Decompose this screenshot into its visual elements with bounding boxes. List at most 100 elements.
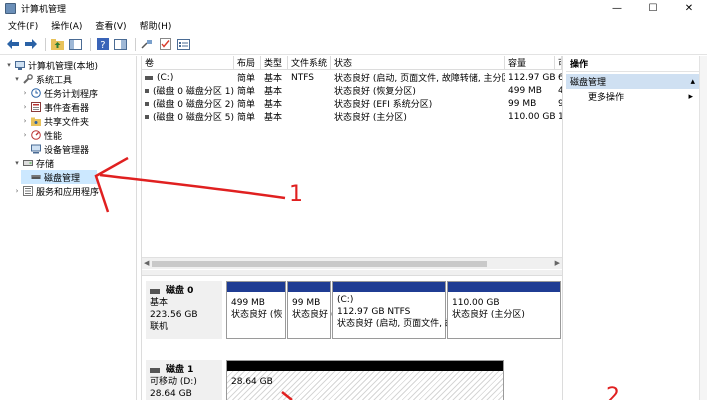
table-cell: 简单 bbox=[237, 100, 256, 110]
collapse-icon[interactable]: ▾ bbox=[13, 159, 21, 167]
table-cell: 112.97 GB bbox=[508, 72, 555, 83]
menu-file[interactable]: 文件(F) bbox=[8, 19, 38, 32]
column-header-free[interactable]: 可 bbox=[555, 56, 562, 70]
tree-item-label: 系统工具 bbox=[36, 75, 73, 86]
tree-item-system-tools[interactable]: ▾ 系统工具 bbox=[13, 72, 72, 86]
scroll-right-icon[interactable]: ▶ bbox=[555, 259, 560, 267]
expand-icon[interactable]: › bbox=[21, 117, 29, 125]
minimize-button[interactable]: — bbox=[599, 0, 635, 17]
event-viewer-icon bbox=[31, 102, 41, 112]
tree-item-label: 共享文件夹 bbox=[44, 117, 90, 128]
table-row[interactable]: (磁盘 0 磁盘分区 2) bbox=[142, 97, 234, 110]
menu-bar: 文件(F) 操作(A) 查看(V) 帮助(H) bbox=[0, 17, 707, 34]
tree-item-task-scheduler[interactable]: › 任务计划程序 bbox=[21, 86, 98, 100]
expand-icon[interactable]: › bbox=[21, 131, 29, 139]
tree-item-services-apps[interactable]: › 服务和应用程序 bbox=[13, 184, 99, 198]
clock-icon bbox=[31, 88, 41, 98]
partition-block[interactable]: 99 MB 状态良好 (E bbox=[287, 281, 340, 339]
disk-0-label[interactable]: 磁盘 0 基本 223.56 GB 联机 bbox=[146, 281, 222, 339]
partition-block-c[interactable]: (C:) 112.97 GB NTFS 状态良好 (启动, 页面文件, 故 bbox=[332, 281, 454, 339]
table-cell: 99 bbox=[558, 98, 562, 109]
toolbar-separator bbox=[90, 37, 91, 51]
tree-item-label: 事件查看器 bbox=[44, 103, 90, 114]
menu-action[interactable]: 操作(A) bbox=[51, 19, 82, 32]
disk-1-label[interactable]: 磁盘 1 可移动 (D:) 28.64 GB bbox=[146, 360, 222, 400]
menu-view[interactable]: 查看(V) bbox=[95, 19, 126, 32]
right-edge-scrollbar[interactable] bbox=[699, 56, 707, 400]
actions-section-disk-management[interactable]: 磁盘管理 ▴ bbox=[566, 74, 699, 89]
tree-item-device-manager[interactable]: 设备管理器 bbox=[31, 142, 89, 156]
column-header-layout[interactable]: 布局 bbox=[234, 56, 261, 70]
checklist-icon[interactable] bbox=[158, 37, 173, 52]
tree-item-storage[interactable]: ▾ 存储 bbox=[13, 156, 54, 170]
disk-icon bbox=[150, 367, 160, 373]
back-icon[interactable] bbox=[5, 37, 20, 52]
performance-icon bbox=[31, 130, 41, 140]
up-folder-icon[interactable] bbox=[50, 37, 65, 52]
table-cell: 状态良好 (EFI 系统分区) bbox=[334, 100, 433, 110]
table-row[interactable]: (C:) bbox=[142, 71, 234, 84]
table-cell: 状态良好 (主分区) bbox=[334, 113, 407, 123]
title-bar: 计算机管理 — ☐ ✕ bbox=[0, 0, 707, 17]
table-row[interactable]: (磁盘 0 磁盘分区 1) bbox=[142, 84, 234, 97]
partition-block[interactable]: 110.00 GB 状态良好 (主分区) bbox=[447, 281, 561, 339]
expand-icon[interactable]: › bbox=[21, 89, 29, 97]
disk-status: 联机 bbox=[150, 322, 169, 332]
partition-block-unallocated[interactable]: 28.64 GB bbox=[226, 360, 504, 400]
table-cell: 11 bbox=[558, 111, 562, 122]
disk-graphical-view: 磁盘 0 基本 223.56 GB 联机 499 MB 状态良好 (恢 99 MB… bbox=[142, 276, 562, 400]
tree-item-label: 计算机管理(本地) bbox=[28, 61, 99, 72]
actions-pane: 操作 磁盘管理 ▴ 更多操作 ▸ bbox=[566, 56, 699, 400]
partition-size: 28.64 GB bbox=[231, 377, 273, 387]
tree-item-performance[interactable]: › 性能 bbox=[21, 128, 62, 142]
tree-item-root[interactable]: ▾ 计算机管理(本地) bbox=[5, 58, 98, 72]
more-actions-item[interactable]: 更多操作 ▸ bbox=[566, 89, 699, 104]
svg-text:?: ? bbox=[100, 40, 105, 50]
forward-icon[interactable] bbox=[23, 37, 38, 52]
disk-icon bbox=[150, 288, 160, 294]
disk-type: 可移动 (D:) bbox=[150, 377, 197, 387]
table-cell: 基本 bbox=[264, 87, 283, 97]
menu-help[interactable]: 帮助(H) bbox=[140, 19, 172, 32]
column-header-volume[interactable]: 卷 bbox=[142, 56, 234, 70]
tree-item-disk-management[interactable]: 磁盘管理 bbox=[21, 170, 97, 184]
column-header-type[interactable]: 类型 bbox=[261, 56, 288, 70]
computer-management-icon bbox=[5, 3, 16, 14]
column-header-capacity[interactable]: 容量 bbox=[505, 56, 555, 70]
maximize-button[interactable]: ☐ bbox=[635, 0, 671, 17]
partition-block[interactable]: 499 MB 状态良好 (恢 bbox=[226, 281, 286, 339]
expand-icon[interactable]: › bbox=[13, 187, 21, 195]
close-button[interactable]: ✕ bbox=[671, 0, 707, 17]
collapse-icon[interactable]: ▾ bbox=[13, 75, 21, 83]
properties-icon[interactable] bbox=[113, 37, 128, 52]
shared-folder-icon bbox=[31, 117, 41, 126]
tree-item-shared-folders[interactable]: › 共享文件夹 bbox=[21, 114, 89, 128]
collapse-up-icon[interactable]: ▴ bbox=[690, 77, 695, 87]
column-header-status[interactable]: 状态 bbox=[331, 56, 505, 70]
help-icon[interactable]: ? bbox=[95, 37, 110, 52]
table-cell: 基本 bbox=[264, 113, 283, 123]
expand-icon[interactable]: › bbox=[21, 103, 29, 111]
volume-icon bbox=[145, 114, 149, 119]
tree-item-event-viewer[interactable]: › 事件查看器 bbox=[21, 100, 89, 114]
collapse-icon[interactable]: ▾ bbox=[5, 61, 13, 69]
table-cell: 49 bbox=[558, 85, 562, 96]
table-cell bbox=[288, 97, 331, 110]
tree-item-label: 服务和应用程序 bbox=[36, 187, 100, 198]
table-cell: NTFS bbox=[291, 72, 314, 83]
volume-list: 卷 布局 类型 文件系统 状态 容量 可 (C:) 简单 基本 NTFS 状态良… bbox=[142, 56, 562, 270]
scrollbar-thumb[interactable] bbox=[152, 261, 487, 267]
column-header-filesystem[interactable]: 文件系统 bbox=[288, 56, 331, 70]
table-cell: 99 MB bbox=[508, 98, 537, 109]
disk-size: 28.64 GB bbox=[150, 389, 192, 399]
device-manager-icon bbox=[31, 144, 41, 154]
tree-item-label: 性能 bbox=[44, 131, 63, 142]
connect-icon[interactable] bbox=[140, 37, 155, 52]
annotation-number-2: 2 bbox=[606, 384, 620, 400]
table-row[interactable]: (磁盘 0 磁盘分区 5) bbox=[142, 110, 234, 123]
show-hide-console-tree-icon[interactable] bbox=[68, 37, 83, 52]
volume-icon bbox=[145, 88, 149, 93]
scroll-left-icon[interactable]: ◀ bbox=[144, 259, 149, 267]
list-view-icon[interactable] bbox=[176, 37, 191, 52]
horizontal-scrollbar[interactable]: ◀ ▶ bbox=[142, 257, 562, 269]
